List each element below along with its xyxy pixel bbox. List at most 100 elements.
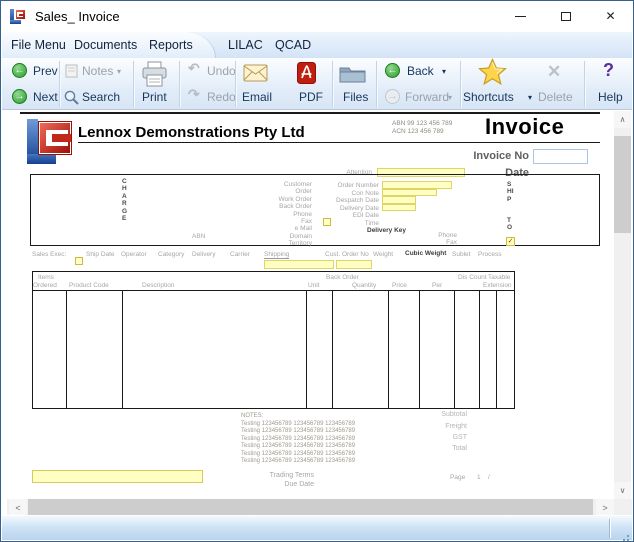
scroll-right-button[interactable]: > [596,499,614,516]
due-date-label: Due Date [284,480,314,488]
redo-button[interactable]: Redo [207,90,236,104]
vertical-scroll-thumb[interactable] [614,136,631,233]
files-button[interactable]: Files [343,90,368,104]
scroll-up-button[interactable]: ∧ [614,111,631,128]
col-price: Price [392,282,407,289]
carrier-label: Carrier [230,251,250,258]
despatch-date-field[interactable] [382,196,416,204]
maximize-icon [560,11,571,21]
charge-vertical-label: CHARGE [122,178,128,223]
toolbar-separator [332,61,333,107]
ship-checkbox[interactable]: ✓ [506,237,515,246]
redo-icon: ↷ [188,86,200,102]
back-icon: ← [385,63,400,78]
header-rule [78,142,600,143]
col-back-order: Back Order [326,274,359,281]
table-header-rule [32,290,515,291]
menu-lilac[interactable]: LILAC [228,38,263,52]
back-dropdown-icon[interactable]: ▾ [442,67,446,76]
undo-icon: ↶ [188,60,200,76]
notes-line: Testing 123456789 123456789 123456789 [241,428,356,434]
statusbar-separator [609,519,610,538]
scroll-left-button[interactable]: < [9,499,27,516]
menu-documents[interactable]: Documents [74,38,137,52]
ship-vertical-label: SHIP [507,181,514,203]
resize-grip-icon[interactable] [627,535,629,537]
con-note-field[interactable] [382,188,437,196]
forward-button[interactable]: Forward [405,90,449,104]
despatch-date-label: Despatch Date [336,197,379,204]
close-icon: ✕ [605,9,616,23]
weight-label: Weight [373,251,394,258]
sales-exec-checkbox[interactable] [75,257,83,265]
invoice-document: Lennox Demonstrations Pty Ltd ABN 99 123… [2,111,614,499]
horizontal-scroll-thumb[interactable] [28,499,593,516]
col-product-code: Product Code [69,282,109,289]
back-button[interactable]: Back [407,64,434,78]
menu-reports[interactable]: Reports [149,38,193,52]
table-col-line [388,290,389,409]
sales-exec-label: Sales Exec: [32,251,67,258]
notes-line: Testing 123456789 123456789 123456789 [241,450,356,457]
help-button[interactable]: Help [598,90,623,104]
charge-label-domain: Domain [289,232,312,240]
notes-line: Testing 123456789 123456789 123456789 [241,458,356,464]
app-window: Sales_ Invoice ✕ File Menu Documents Rep… [0,0,634,542]
next-button[interactable]: Next [33,90,58,104]
col-items-line1: Items [38,274,54,281]
delete-button[interactable]: Delete [538,90,573,104]
company-acn: ACN 123 456 789 [392,128,444,135]
undo-button[interactable]: Undo [207,64,236,78]
time-checkbox[interactable] [323,218,331,226]
scroll-left-icon: < [15,502,21,513]
table-col-line [479,290,480,409]
horizontal-scrollbar[interactable]: < > [7,499,614,516]
cust-order-no-field[interactable] [336,260,372,269]
notes-title: NOTES: [241,413,264,419]
menu-bar: File Menu Documents Reports LILAC QCAD [2,32,632,58]
col-discount: Dis Count [458,274,487,281]
menu-qcad[interactable]: QCAD [275,38,311,52]
category-label: Category [158,251,185,258]
shortcuts-button[interactable]: Shortcuts [463,90,514,104]
shipping-field[interactable] [264,260,334,269]
page-label: Page [450,474,466,481]
ship-phone-label: Phone [438,232,457,239]
table-col-line [332,290,333,409]
maximize-button[interactable] [543,1,588,31]
search-button[interactable]: Search [82,90,120,104]
app-icon [10,8,27,25]
toolbar-separator [59,61,60,107]
table-col-line [496,290,497,409]
delivery-label: Delivery [192,251,216,258]
charge-label-territory: Territory [288,240,312,248]
gst-label: GST [452,434,467,441]
forward-dropdown-icon[interactable]: ▾ [448,93,452,102]
notes-dropdown-icon[interactable]: ▾ [117,67,121,76]
close-button[interactable]: ✕ [588,1,633,31]
invoice-no-field[interactable] [533,149,588,164]
delivery-date-field[interactable] [382,203,416,211]
abn-small-label: ABN [192,232,206,240]
total-label: Total [452,445,467,452]
scroll-down-button[interactable]: ∨ [614,482,631,499]
toolbar-separator [460,61,461,107]
email-button[interactable]: Email [242,90,272,104]
menu-file[interactable]: File Menu [11,38,66,52]
page-number: 1 [477,474,481,481]
footer-field[interactable] [32,470,203,483]
toolbar-separator [235,61,236,107]
pdf-button[interactable]: PDF [299,90,323,104]
ship-fax-label: Fax [446,239,457,246]
notes-button[interactable]: Notes [82,64,113,78]
prev-button[interactable]: Prev [33,64,58,78]
files-folder-icon [339,67,366,83]
print-button[interactable]: Print [142,90,167,104]
minimize-button[interactable] [498,1,543,31]
order-number-field[interactable] [382,181,452,189]
vertical-scrollbar[interactable]: ∧ ∨ [614,111,631,499]
shortcuts-dropdown-icon[interactable]: ▾ [528,93,532,102]
title-bar[interactable]: Sales_ Invoice ✕ [1,1,633,32]
items-table [32,271,515,409]
scroll-down-icon: ∨ [619,486,626,495]
